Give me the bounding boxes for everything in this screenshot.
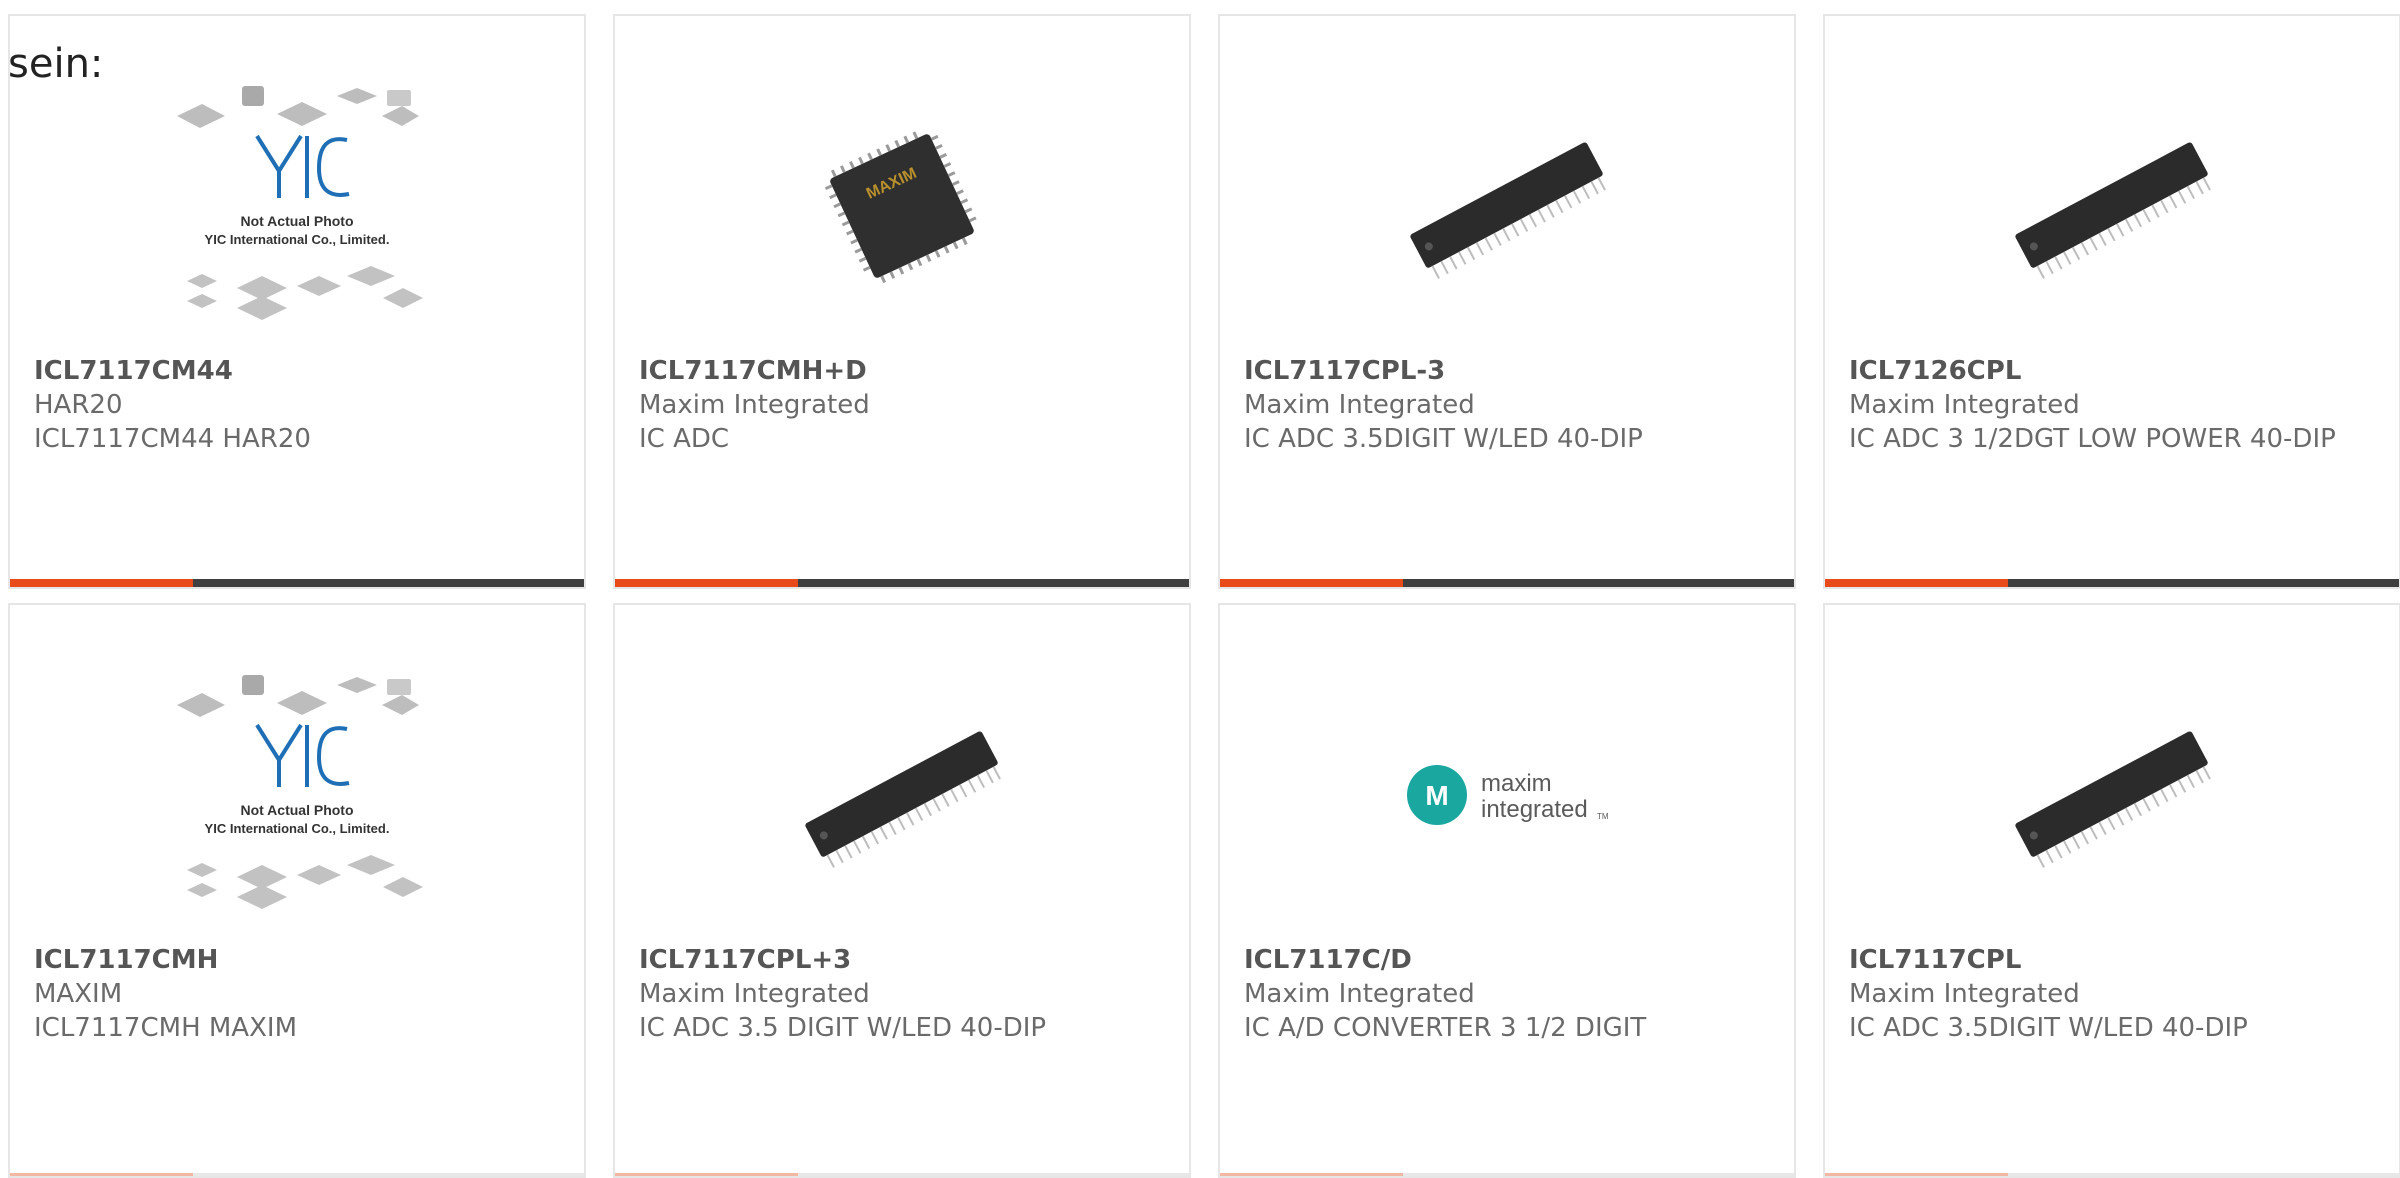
- product-info: ICL7117CPL+3 Maxim Integrated IC ADC 3.5…: [639, 943, 1165, 1045]
- dip-chip-icon: [805, 731, 1001, 868]
- part-number[interactable]: ICL7117CM44: [34, 354, 560, 388]
- part-number[interactable]: ICL7117CPL-3: [1244, 354, 1770, 388]
- svg-text:Not Actual Photo: Not Actual Photo: [240, 213, 353, 229]
- lead-text: sein:: [8, 41, 104, 87]
- product-card[interactable]: Not Actual Photo YIC International Co., …: [8, 14, 586, 589]
- manufacturer: Maxim Integrated: [1849, 390, 2080, 420]
- card-accent: [1220, 1173, 1403, 1176]
- product-card[interactable]: Not Actual Photo YIC International Co., …: [8, 603, 586, 1178]
- description: IC ADC: [639, 424, 730, 454]
- part-number[interactable]: ICL7117CPL: [1849, 943, 2375, 977]
- card-bottom-bar: [1825, 579, 2399, 587]
- description: ICL7117CM44 HAR20: [34, 424, 311, 454]
- manufacturer: Maxim Integrated: [639, 979, 870, 1009]
- product-image: [1825, 56, 2399, 356]
- svg-text:integrated: integrated: [1481, 796, 1588, 823]
- description: ICL7117CMH MAXIM: [34, 1013, 298, 1043]
- card-accent: [1220, 579, 1403, 587]
- dip-chip-icon: [2015, 731, 2211, 868]
- dip-chip-icon: [2015, 142, 2211, 279]
- card-accent: [615, 1173, 798, 1176]
- product-grid: Not Actual Photo YIC International Co., …: [8, 14, 2400, 1178]
- card-accent: [1825, 579, 2008, 587]
- description: IC ADC 3.5DIGIT W/LED 40-DIP: [1849, 1013, 2248, 1043]
- product-info: ICL7117CMH+D Maxim Integrated IC ADC: [639, 354, 1165, 456]
- card-bottom-bar: [10, 579, 584, 587]
- card-bottom-bar: [1220, 1173, 1794, 1176]
- description: IC A/D CONVERTER 3 1/2 DIGIT: [1244, 1013, 1647, 1043]
- part-number[interactable]: ICL7117CPL+3: [639, 943, 1165, 977]
- card-accent: [615, 579, 798, 587]
- product-image: [1825, 645, 2399, 945]
- card-accent: [10, 1173, 193, 1176]
- part-number[interactable]: ICL7117CMH+D: [639, 354, 1165, 388]
- product-info: ICL7117CPL Maxim Integrated IC ADC 3.5DI…: [1849, 943, 2375, 1045]
- card-bottom-bar: [615, 579, 1189, 587]
- description: IC ADC 3 1/2DGT LOW POWER 40-DIP: [1849, 424, 2336, 454]
- part-number[interactable]: ICL7126CPL: [1849, 354, 2375, 388]
- product-card[interactable]: M maxim integrated TM ICL7117C/D Maxim I…: [1218, 603, 1796, 1178]
- product-info: ICL7117CM44 HAR20 ICL7117CM44 HAR20: [34, 354, 560, 456]
- manufacturer: Maxim Integrated: [1244, 979, 1475, 1009]
- product-card[interactable]: MAXIM ICL7117CMH+D Maxim Integrated IC A…: [613, 14, 1191, 589]
- svg-text:M: M: [1425, 780, 1448, 811]
- dip-chip-icon: [1410, 142, 1606, 279]
- product-image: [1220, 56, 1794, 356]
- manufacturer: Maxim Integrated: [1849, 979, 2080, 1009]
- maxim-integrated-logo-icon: M maxim integrated TM: [1407, 765, 1609, 825]
- part-number[interactable]: ICL7117CMH: [34, 943, 560, 977]
- card-bottom-bar: [615, 1173, 1189, 1176]
- part-number[interactable]: ICL7117C/D: [1244, 943, 1770, 977]
- product-image: [615, 645, 1189, 945]
- product-info: ICL7117CPL-3 Maxim Integrated IC ADC 3.5…: [1244, 354, 1770, 456]
- description: IC ADC 3.5DIGIT W/LED 40-DIP: [1244, 424, 1643, 454]
- card-bottom-bar: [1220, 579, 1794, 587]
- yic-placeholder-icon: Not Actual Photo YIC International Co., …: [177, 86, 423, 320]
- product-info: ICL7126CPL Maxim Integrated IC ADC 3 1/2…: [1849, 354, 2375, 456]
- product-image-placeholder: Not Actual Photo YIC International Co., …: [10, 645, 584, 945]
- product-info: ICL7117C/D Maxim Integrated IC A/D CONVE…: [1244, 943, 1770, 1045]
- product-card[interactable]: ICL7117CPL-3 Maxim Integrated IC ADC 3.5…: [1218, 14, 1796, 589]
- svg-text:Not Actual Photo: Not Actual Photo: [240, 802, 353, 818]
- product-info: ICL7117CMH MAXIM ICL7117CMH MAXIM: [34, 943, 560, 1045]
- svg-text:YIC International Co., Limited: YIC International Co., Limited.: [205, 821, 390, 836]
- svg-text:TM: TM: [1597, 812, 1609, 821]
- card-bottom-bar: [10, 1173, 584, 1176]
- product-image: MAXIM: [615, 56, 1189, 356]
- product-card[interactable]: ICL7117CPL+3 Maxim Integrated IC ADC 3.5…: [613, 603, 1191, 1178]
- description: IC ADC 3.5 DIGIT W/LED 40-DIP: [639, 1013, 1047, 1043]
- product-image-placeholder: Not Actual Photo YIC International Co., …: [10, 56, 584, 356]
- card-accent: [1825, 1173, 2008, 1176]
- manufacturer: MAXIM: [34, 979, 123, 1009]
- qfp-chip-icon: MAXIM: [824, 131, 977, 284]
- card-bottom-bar: [1825, 1173, 2399, 1176]
- product-card[interactable]: ICL7117CPL Maxim Integrated IC ADC 3.5DI…: [1823, 603, 2400, 1178]
- manufacturer: HAR20: [34, 390, 123, 420]
- product-card[interactable]: ICL7126CPL Maxim Integrated IC ADC 3 1/2…: [1823, 14, 2400, 589]
- product-image: M maxim integrated TM: [1220, 645, 1794, 945]
- svg-text:maxim: maxim: [1481, 770, 1552, 797]
- card-accent: [10, 579, 193, 587]
- manufacturer: Maxim Integrated: [639, 390, 870, 420]
- manufacturer: Maxim Integrated: [1244, 390, 1475, 420]
- svg-text:YIC International Co., Limited: YIC International Co., Limited.: [205, 232, 390, 247]
- yic-placeholder-icon: Not Actual Photo YIC International Co., …: [177, 675, 423, 909]
